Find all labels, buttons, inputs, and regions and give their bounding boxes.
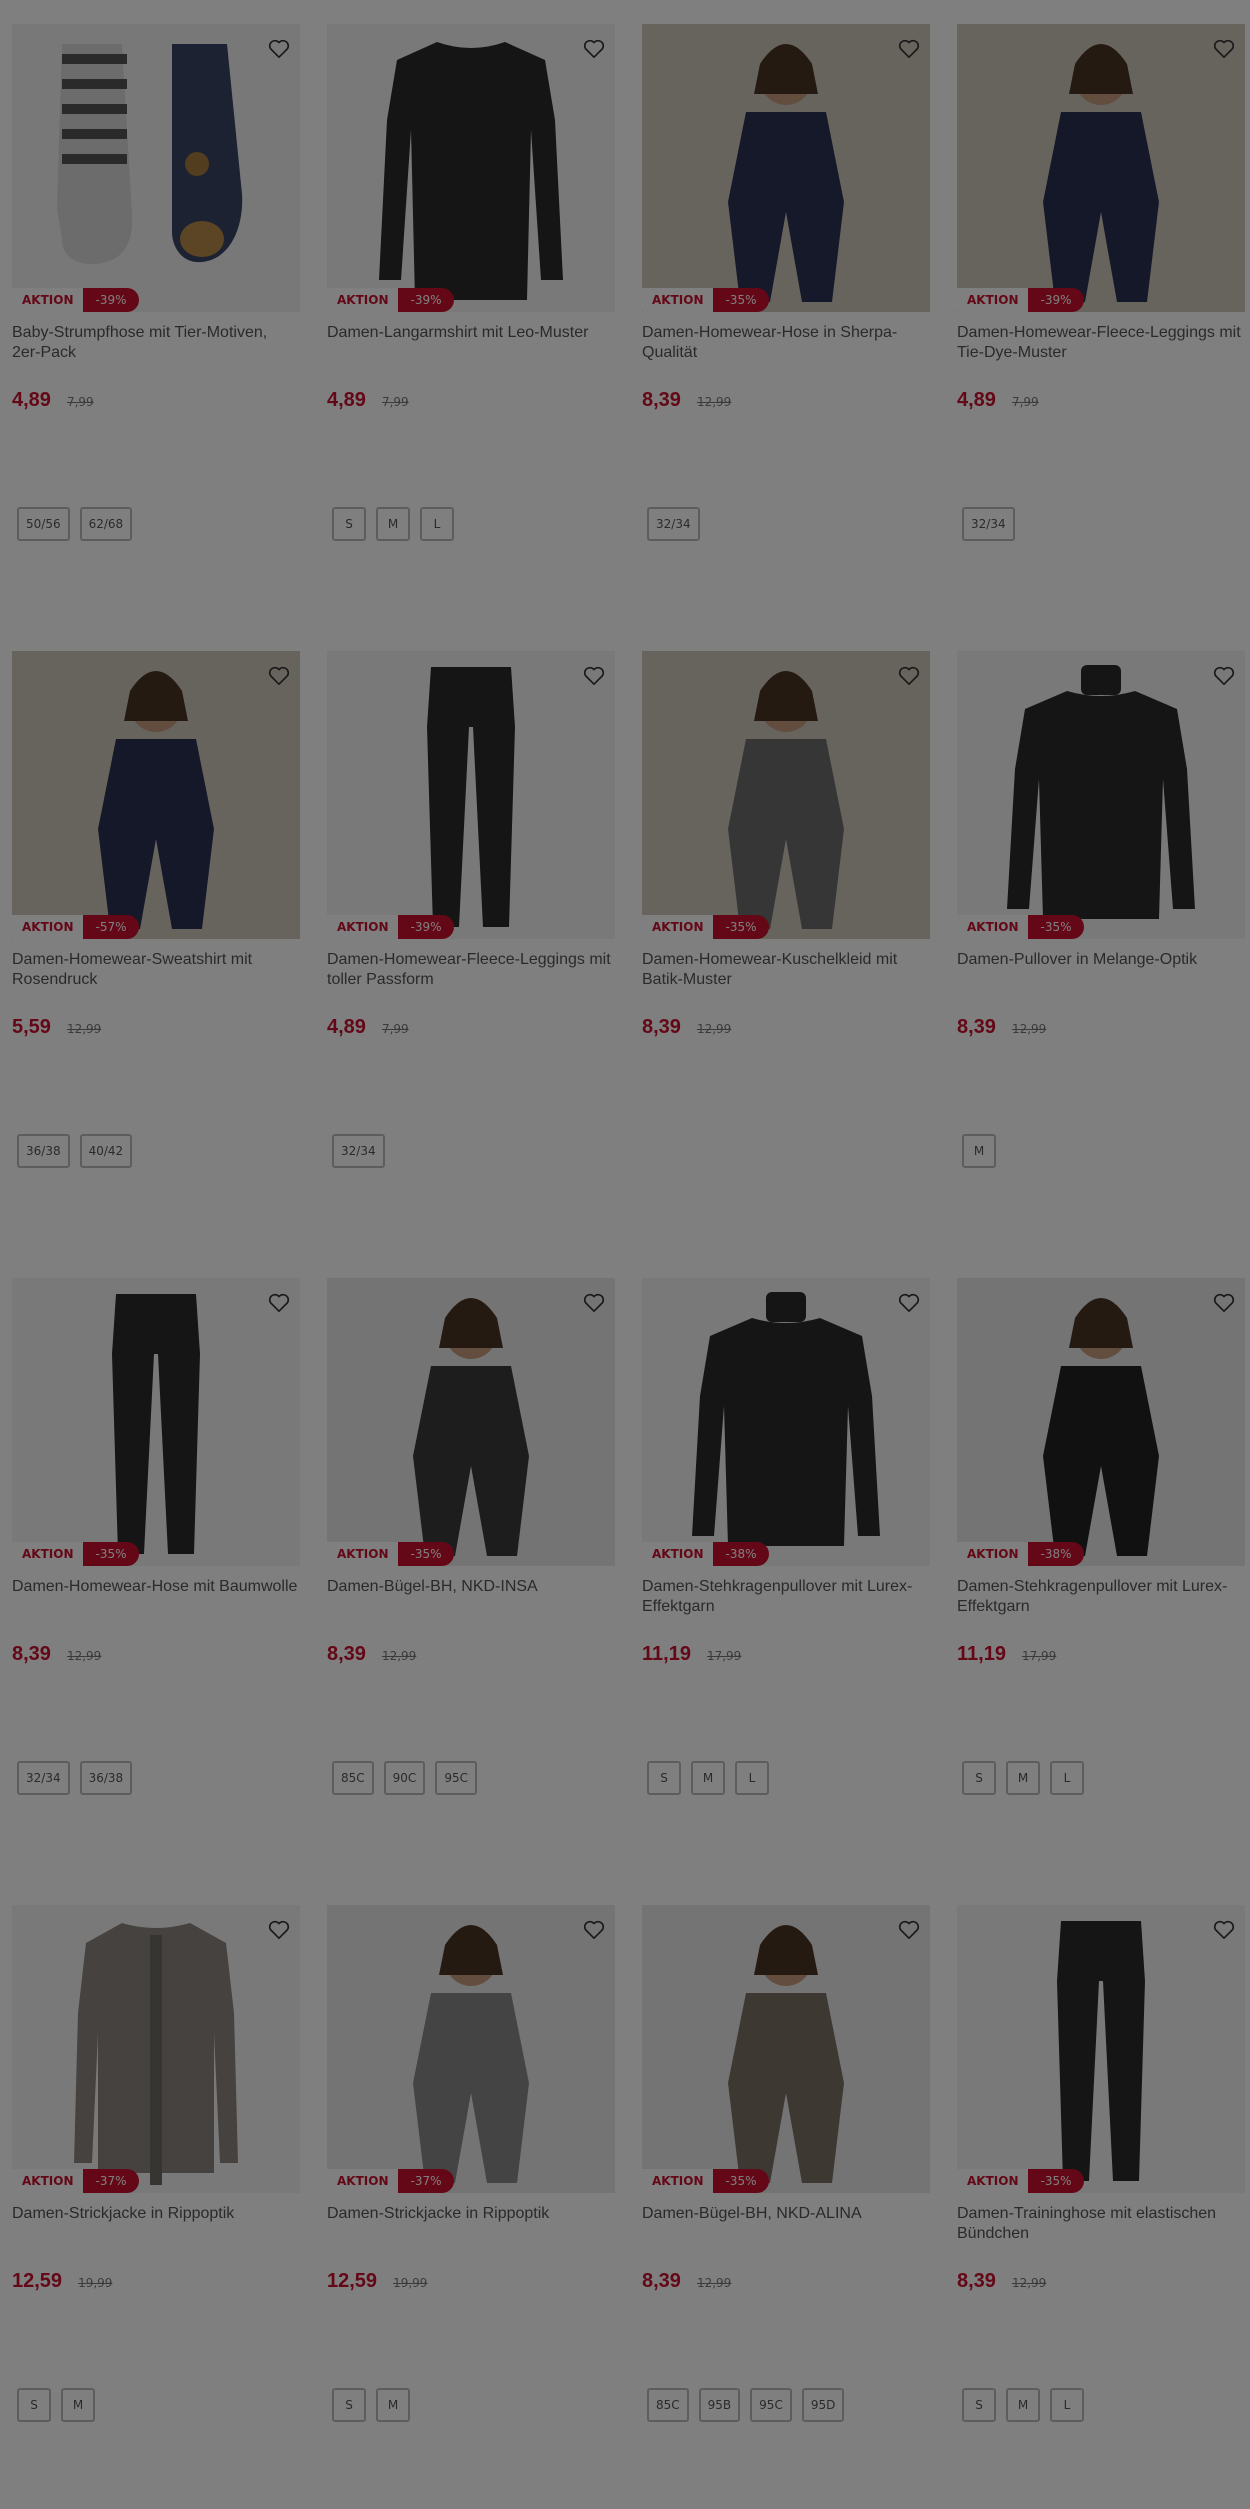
modal-backdrop-overlay[interactable] xyxy=(0,0,1250,2509)
